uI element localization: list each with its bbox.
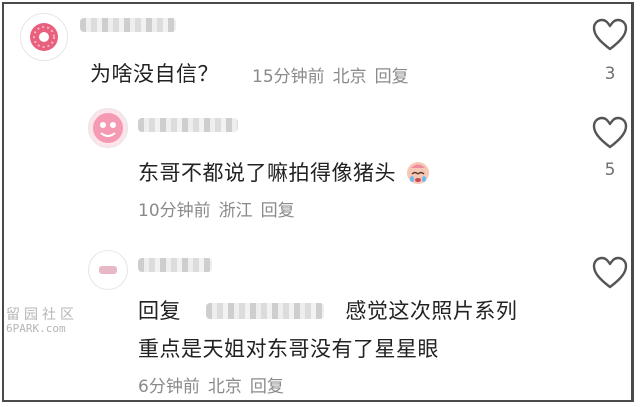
comment-text-content: 东哥不都说了嘛拍得像猪头 (138, 161, 396, 185)
comment-meta: 10分钟前 浙江 回复 (138, 196, 303, 221)
reply-prefix: 回复 (138, 299, 181, 323)
comment-time: 6分钟前 (138, 377, 200, 397)
reply-button[interactable]: 回复 (375, 67, 409, 87)
comment-text-line1: 回复 感觉这次照片系列 (138, 295, 517, 325)
comment-location: 北京 (332, 67, 367, 87)
username-blurred[interactable] (138, 118, 238, 132)
comment-time: 10分钟前 (138, 201, 211, 221)
watermark: 留园社区 6PARK.com (6, 308, 78, 336)
like-count: 5 (604, 160, 616, 180)
avatar-placeholder-icon (99, 266, 117, 274)
watermark-cjk: 留园社区 (6, 307, 78, 323)
reply-button[interactable]: 回复 (250, 377, 284, 397)
reply-button[interactable]: 回复 (261, 201, 295, 221)
donut-avatar-icon (30, 23, 58, 51)
mention-blurred[interactable] (206, 303, 325, 319)
comment-location: 北京 (207, 377, 242, 397)
comment-text: 东哥不都说了嘛拍得像猪头 (138, 157, 431, 187)
avatar[interactable] (88, 108, 128, 148)
comment-text: 为啥没自信？ (90, 62, 219, 86)
crying-emoji-icon (407, 162, 430, 184)
avatar[interactable] (88, 250, 128, 290)
heart-icon[interactable] (592, 116, 628, 150)
watermark-latin: 6PARK.com (6, 322, 66, 335)
heart-icon[interactable] (592, 18, 628, 52)
heart-icon[interactable] (592, 256, 628, 290)
username-blurred[interactable] (80, 18, 176, 32)
comment-text-line2: 重点是天姐对东哥没有了星星眼 (138, 337, 439, 361)
comment-meta: 6分钟前 北京 回复 (138, 372, 292, 397)
comment-time: 15分钟前 (252, 67, 325, 87)
comment-meta: 15分钟前 北京 回复 (252, 62, 417, 87)
comment-text-content: 感觉这次照片系列 (345, 299, 518, 323)
username-blurred[interactable] (138, 258, 212, 272)
like-count: 3 (604, 64, 616, 84)
avatar[interactable] (20, 13, 68, 61)
comment-location: 浙江 (218, 201, 253, 221)
pink-avatar-icon (93, 113, 123, 143)
